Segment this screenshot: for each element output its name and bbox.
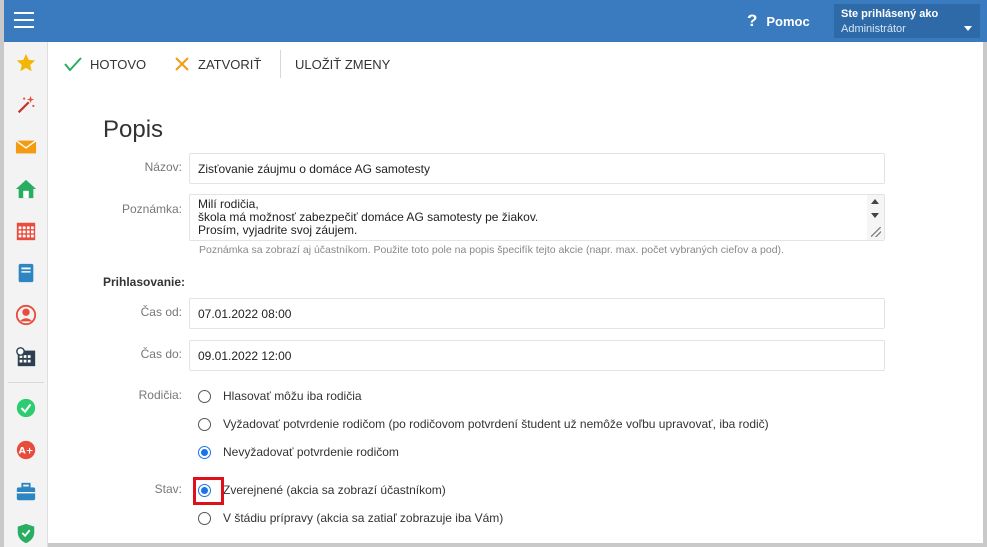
note-label: Poznámka:	[121, 202, 182, 216]
radio-label: Hlasovať môžu iba rodičia	[223, 389, 362, 403]
sidebar-divider	[8, 382, 44, 383]
grade-badge-icon[interactable]: A+	[4, 434, 48, 466]
save-button-label: ULOŽIŤ ZMENY	[295, 56, 391, 72]
time-to-input[interactable]: 09.01.2022 12:00	[189, 340, 885, 371]
name-label: Názov:	[144, 160, 182, 174]
close-button[interactable]: ZATVORIŤ	[174, 52, 261, 76]
note-textarea[interactable]: Milí rodičia, škola má možnosť zabezpeči…	[189, 194, 885, 241]
parents-option-require-confirmation[interactable]: Vyžadovať potvrdenie rodičom (po rodičov…	[198, 415, 769, 433]
logged-in-as-label: Ste prihlásený ako	[841, 8, 939, 20]
time-from-input[interactable]: 07.01.2022 08:00	[189, 298, 885, 329]
notebook-icon[interactable]	[4, 257, 48, 289]
status-label: Stav:	[154, 482, 182, 496]
done-button[interactable]: HOTOVO	[64, 52, 146, 76]
magic-wand-icon[interactable]	[4, 89, 48, 121]
radio-label: Nevyžadovať potvrdenie rodičom	[223, 445, 399, 459]
briefcase-icon[interactable]	[4, 476, 48, 508]
highlight-annotation	[193, 477, 224, 505]
main-content: Popis Názov: Zisťovanie záujmu o domáce …	[48, 86, 987, 547]
help-label: Pomoc	[766, 13, 810, 29]
shield-check-icon[interactable]	[4, 517, 48, 547]
close-icon	[175, 57, 189, 71]
radio-button-checked[interactable]	[198, 445, 211, 459]
hamburger-menu-icon[interactable]	[14, 12, 34, 28]
parents-label: Rodičia:	[138, 388, 182, 402]
user-menu-dropdown[interactable]: Ste prihlásený ako Administrátor	[834, 4, 980, 38]
radio-button[interactable]	[198, 417, 211, 431]
calendar-grid-icon[interactable]	[4, 215, 48, 247]
question-mark-icon: ?	[747, 11, 758, 30]
done-button-label: HOTOVO	[90, 56, 147, 72]
sidebar: A+	[4, 42, 48, 547]
radio-label: Vyžadovať potvrdenie rodičom (po rodičov…	[223, 417, 769, 431]
parents-option-parents-only[interactable]: Hlasovať môžu iba rodičia	[198, 387, 362, 405]
envelope-icon[interactable]	[4, 131, 48, 163]
toolbar: HOTOVO ZATVORIŤ ULOŽIŤ ZMENY	[48, 42, 987, 86]
page-title: Popis	[103, 116, 164, 143]
radio-button[interactable]	[198, 511, 211, 525]
resize-grip-icon[interactable]	[871, 227, 881, 237]
chevron-down-icon	[964, 26, 972, 31]
time-from-label: Čas od:	[140, 305, 182, 319]
top-bar: ? Pomoc Ste prihlásený ako Administrátor	[4, 0, 987, 42]
home-icon[interactable]	[4, 173, 48, 205]
toolbar-divider	[280, 50, 281, 78]
check-circle-icon[interactable]	[4, 392, 48, 424]
checkmark-icon	[64, 57, 82, 72]
save-changes-button[interactable]: ULOŽIŤ ZMENY	[295, 52, 390, 76]
parents-option-no-confirmation[interactable]: Nevyžadovať potvrdenie rodičom	[198, 443, 399, 461]
note-hint: Poznámka sa zobrazí aj účastníkom. Použi…	[199, 244, 784, 256]
scroll-down-icon[interactable]	[871, 213, 879, 218]
status-option-draft[interactable]: V štádiu prípravy (akcia sa zatiaľ zobra…	[198, 509, 503, 527]
status-option-published[interactable]: Zverejnené (akcia sa zobrazí účastníkom)	[198, 481, 446, 499]
name-input[interactable]: Zisťovanie záujmu o domáce AG samotesty	[189, 153, 885, 184]
svg-text:A+: A+	[19, 446, 34, 457]
close-button-label: ZATVORIŤ	[198, 56, 262, 72]
user-role-label: Administrátor	[841, 23, 906, 35]
radio-label: Zverejnené (akcia sa zobrazí účastníkom)	[223, 483, 446, 497]
signup-section-label: Prihlasovanie:	[103, 275, 186, 289]
radio-button[interactable]	[198, 389, 211, 403]
scroll-up-icon[interactable]	[871, 199, 879, 204]
radio-label: V štádiu prípravy (akcia sa zatiaľ zobra…	[223, 511, 504, 525]
schedule-calendar-icon[interactable]	[4, 341, 48, 373]
help-button[interactable]: ? Pomoc	[747, 8, 810, 34]
time-to-label: Čas do:	[140, 347, 182, 361]
note-line: Prosím, vyjadrite svoj záujem.	[198, 223, 358, 237]
person-icon[interactable]	[4, 299, 48, 331]
star-icon[interactable]	[4, 47, 48, 79]
